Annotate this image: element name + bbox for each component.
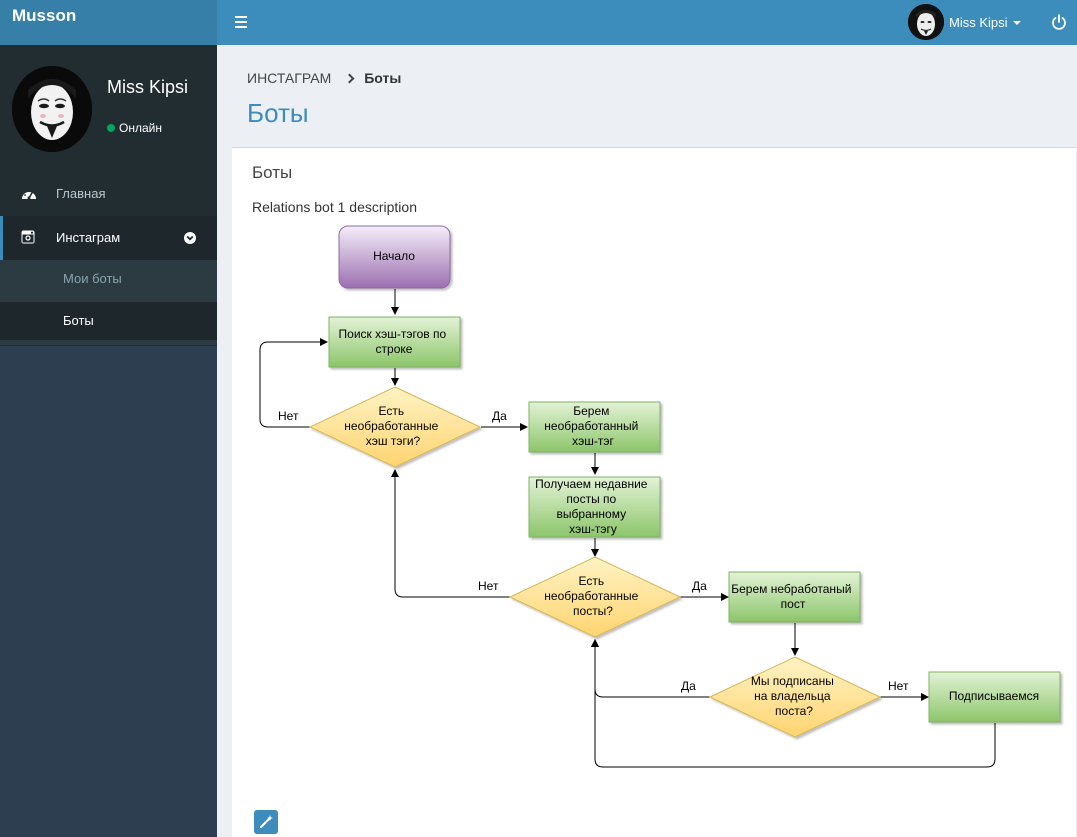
flow-decision-has-hashtags: Есть необработанные хэш тэги? [308,386,482,468]
flow-node-take-post: Берем небработаный пост [728,571,861,623]
edge-label-no: Нет [888,679,909,693]
sidebar-item-home[interactable]: Главная [0,172,217,216]
flow-node-search-hashtags: Поиск хэш-тэгов по строке [328,316,461,368]
user-status: Онлайн [107,121,162,135]
edge-label-no: Нет [278,409,299,423]
dashboard-icon [21,186,36,201]
chevron-right-icon [344,73,355,83]
bot-flowchart: Нет Да Нет Да Да Нет Начало Поиск хэш-тэ… [259,225,1061,768]
sidebar-subitem-label: Боты [63,313,94,328]
caret-down-icon [1012,21,1021,25]
sidebar: Miss Kipsi Онлайн Главная Инстаграм Мои … [0,45,217,837]
flow-node-get-posts: Получаем недавние посты по выбранному хэ… [528,476,661,538]
breadcrumb-parent[interactable]: ИНСТАГРАМ [247,70,331,86]
avatar [12,66,92,152]
sidebar-item-instagram[interactable]: Инстаграм [0,216,217,260]
hamburger-icon[interactable] [232,12,252,32]
flow-node-take-hashtag: Берем необработанный хэш-тэг [528,401,661,453]
flow-decision-has-posts: Есть необработанные посты? [508,556,682,638]
breadcrumb-current: Боты [364,70,402,86]
instagram-icon [21,230,36,245]
user-name: Miss Kipsi [107,77,189,97]
avatar [908,4,944,40]
online-status-icon [107,124,115,132]
instagram-submenu: Мои боты Боты [0,260,217,345]
sidebar-item-label: Главная [56,186,106,201]
sidebar-empty-area [0,346,217,837]
user-panel: Miss Kipsi Онлайн [0,45,217,163]
flow-decision-subscribed: Мы подписаны на владельца поста? [708,656,882,738]
sidebar-subitem-bots[interactable]: Боты [0,302,217,340]
flow-edge [391,469,510,598]
edge-label-yes: Да [681,679,696,693]
edge-label-yes: Да [692,579,707,593]
flow-node-label: Подписываемся [949,689,1039,703]
brand-text: Musson [12,6,77,25]
power-icon[interactable] [1050,13,1068,31]
user-status-label: Онлайн [119,121,162,135]
edge-label-no: Нет [478,579,499,593]
sidebar-subitem-my-bots[interactable]: Мои боты [0,260,217,298]
brand-logo[interactable]: Musson [0,0,217,45]
edge-label-yes: Да [492,409,507,423]
sidebar-item-label: Инстаграм [56,230,121,245]
user-menu-dropdown[interactable]: Miss Kipsi [908,4,1021,40]
flow-node-start: Начало [338,225,451,289]
flow-node-subscribe: Подписываемся [928,671,1061,723]
user-menu-name: Miss Kipsi [949,14,1008,30]
sidebar-subitem-label: Мои боты [63,271,122,286]
top-navbar: Musson Miss Kipsi [0,0,1077,45]
flow-node-label: Начало [373,249,415,263]
chevron-down-icon [184,232,196,244]
page-title: Боты [247,98,309,128]
breadcrumb: ИНСТАГРАМ Боты [247,70,401,86]
